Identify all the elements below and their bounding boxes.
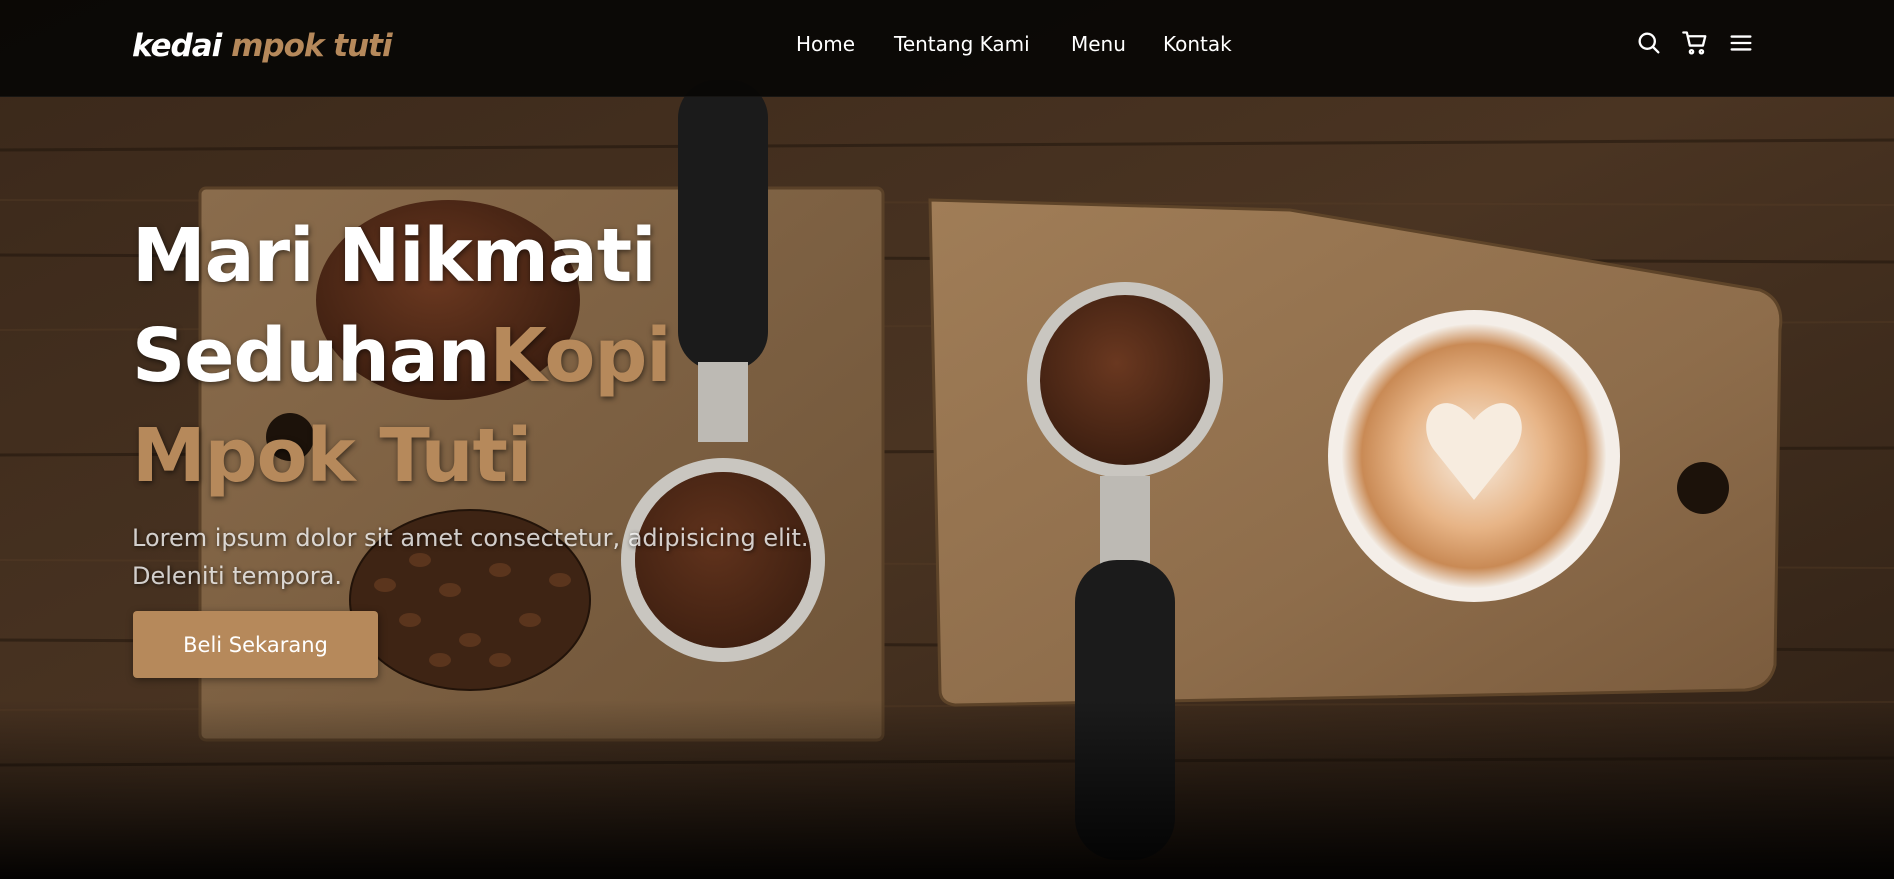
hero-title-line-3: Mpok Tuti — [132, 413, 532, 499]
logo-text-accent: mpok tuti — [231, 28, 393, 64]
brand-logo[interactable]: kedai mpok tuti — [132, 24, 393, 68]
hero-title-kopi: Kopi — [489, 313, 671, 399]
search-icon[interactable] — [1635, 29, 1663, 57]
cart-icon[interactable] — [1681, 29, 1709, 57]
nav-link-kontak[interactable]: Kontak — [1163, 30, 1232, 58]
logo-text-primary: kedai — [132, 28, 232, 64]
buy-now-button[interactable]: Beli Sekarang — [133, 611, 378, 678]
hero-title: Mari Nikmati SeduhanKopi Mpok Tuti — [132, 206, 672, 506]
hero-title-line-2: SeduhanKopi — [132, 306, 672, 406]
hero-title-seduhan: Seduhan — [132, 313, 490, 399]
hero-title-line-1: Mari Nikmati — [132, 213, 656, 299]
navbar: kedai mpok tuti Home Tentang Kami Menu K… — [0, 0, 1894, 97]
hero-description: Lorem ipsum dolor sit amet consectetur, … — [132, 524, 809, 590]
nav-link-tentang-kami[interactable]: Tentang Kami — [894, 30, 1030, 58]
nav-link-menu[interactable]: Menu — [1071, 30, 1126, 58]
nav-link-home[interactable]: Home — [796, 30, 855, 58]
hamburger-menu-icon[interactable] — [1727, 29, 1755, 57]
